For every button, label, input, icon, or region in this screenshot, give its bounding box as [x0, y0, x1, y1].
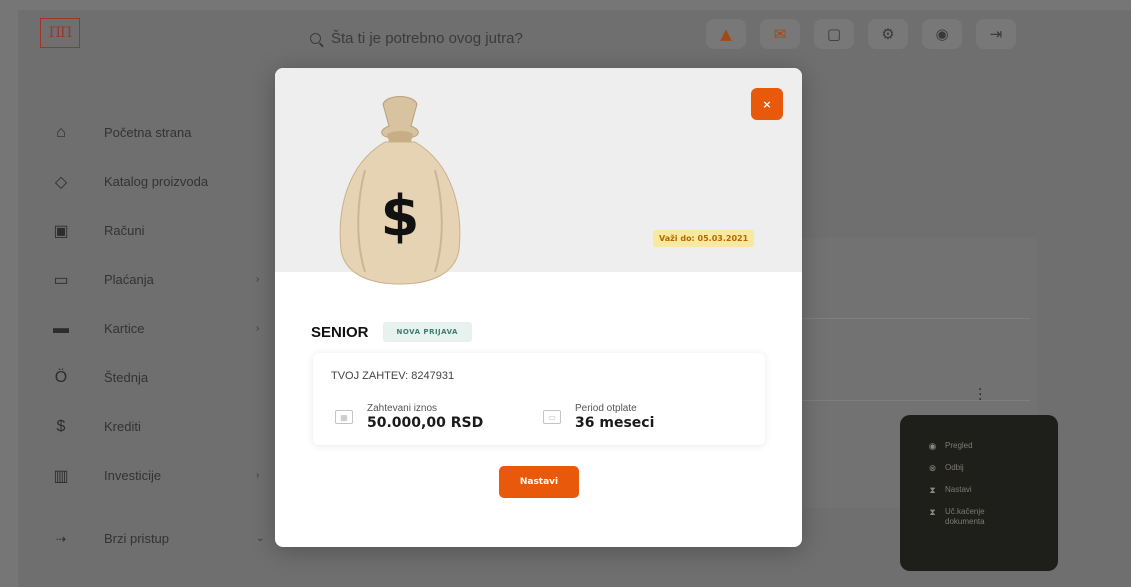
sidebar-item-loans[interactable]: $ Krediti: [50, 402, 270, 451]
quick-access-icon: ⇢: [55, 531, 67, 546]
sidebar-item-cards[interactable]: ▬ Kartice ›: [50, 304, 270, 353]
payments-icon: ▭: [53, 271, 69, 289]
context-menu-item-view[interactable]: ◉ Pregled: [928, 441, 1058, 452]
search-bar[interactable]: Šta ti je potrebno ovog jutra?: [310, 30, 523, 47]
request-id: TVOJ ZAHTEV: 8247931: [331, 370, 455, 382]
sidebar-item-label: Štednja: [104, 370, 149, 385]
status-badge: NOVA PRIJAVA: [382, 322, 472, 342]
loan-icon: $: [56, 417, 66, 435]
search-input[interactable]: Šta ti je potrebno ovog jutra?: [331, 30, 523, 47]
context-menu-label: Pregled: [945, 441, 973, 450]
logout-icon[interactable]: ⇥: [976, 19, 1016, 49]
chevron-right-icon: ›: [256, 470, 260, 481]
requested-amount: ▦ Zahtevani iznos 50.000,00 RSD: [335, 403, 483, 431]
context-menu-label: Odbij: [945, 463, 964, 472]
sidebar-item-label: Brzi pristup: [104, 531, 170, 546]
continue-button[interactable]: Nastavi: [499, 466, 579, 498]
context-menu-item-upload[interactable]: ⧗ Uč.kačenje dokumenta: [928, 507, 1058, 527]
app-logo[interactable]: ΠΠ: [40, 18, 80, 48]
context-menu-label: Nastavi: [945, 485, 972, 494]
offer-modal: $ × Važi do: 05.03.2021 SENIOR NOVA PRIJ…: [275, 68, 802, 547]
search-icon: [310, 33, 321, 44]
sidebar-item-label: Krediti: [104, 419, 141, 434]
sidebar-item-accounts[interactable]: ▣ Računi: [50, 206, 270, 255]
hourglass-icon: ⧗: [929, 507, 936, 517]
request-card: TVOJ ZAHTEV: 8247931 ▦ Zahtevani iznos 5…: [313, 353, 765, 445]
sidebar-item-label: Plaćanja: [104, 272, 154, 287]
svg-text:$: $: [381, 184, 420, 249]
sidebar-item-quick-access[interactable]: ⇢ Brzi pristup ⌄: [50, 514, 270, 563]
offer-title: SENIOR: [311, 323, 369, 341]
tag-icon: ◇: [54, 173, 68, 191]
sidebar-item-catalog[interactable]: ◇ Katalog proizvoda: [50, 157, 270, 206]
close-button[interactable]: ×: [751, 88, 783, 120]
investments-icon: ▥: [53, 467, 69, 485]
valid-until-badge: Važi do: 05.03.2021: [653, 230, 755, 247]
sidebar-item-label: Računi: [104, 223, 145, 238]
context-menu-item-continue[interactable]: ⧗ Nastavi: [928, 485, 1058, 496]
mail-icon[interactable]: ✉: [760, 19, 800, 49]
repayment-period: ▭ Period otplate 36 meseci: [543, 403, 654, 431]
sidebar-item-label: Katalog proizvoda: [104, 174, 209, 189]
amount-value: 50.000,00 RSD: [367, 415, 484, 431]
offer-title-row: SENIOR NOVA PRIJAVA: [311, 322, 472, 342]
sidebar-item-label: Kartice: [104, 321, 145, 336]
sidebar-item-home[interactable]: ⌂ Početna strana: [50, 108, 270, 157]
sidebar-item-label: Početna strana: [104, 125, 192, 140]
sidebar-item-label: Investicije: [104, 468, 162, 483]
modal-hero: $ × Važi do: 05.03.2021: [275, 68, 802, 285]
sidebar-item-investments[interactable]: ▥ Investicije ›: [50, 451, 270, 500]
home-icon: ⌂: [56, 123, 66, 141]
document-icon[interactable]: ▢: [814, 19, 854, 49]
context-menu-item-reject[interactable]: ⊗ Odbij: [928, 463, 1058, 474]
context-menu: ◉ Pregled ⊗ Odbij ⧗ Nastavi ⧗ Uč.kačenje…: [900, 415, 1058, 571]
offer-bag-icon[interactable]: ▲: [706, 19, 746, 49]
settings-icon[interactable]: ⚙: [868, 19, 908, 49]
toolbar-icons: ▲ ✉ ▢ ⚙ ◉ ⇥: [706, 19, 1016, 49]
divider: [800, 318, 1030, 319]
savings-icon: Ö: [54, 368, 68, 386]
cash-icon: ▦: [335, 410, 353, 424]
money-bag-icon: $: [339, 96, 461, 285]
sidebar: ⌂ Početna strana ◇ Katalog proizvoda ▣ R…: [50, 108, 270, 563]
period-value: 36 meseci: [575, 415, 655, 431]
period-label: Period otplate: [575, 403, 637, 414]
chevron-down-icon: ⌄: [256, 533, 265, 544]
x-circle-icon: ⊗: [928, 463, 937, 473]
hourglass-icon: ⧗: [929, 485, 936, 495]
wallet-icon: ▣: [53, 222, 69, 240]
context-menu-label: Uč.kačenje dokumenta: [945, 507, 985, 526]
profile-icon[interactable]: ◉: [922, 19, 962, 49]
eye-icon: ◉: [928, 441, 937, 451]
more-options-icon[interactable]: · · ·: [978, 383, 982, 407]
sidebar-item-payments[interactable]: ▭ Plaćanja ›: [50, 255, 270, 304]
divider: [800, 400, 1030, 401]
chevron-right-icon: ›: [256, 274, 260, 285]
chevron-right-icon: ›: [256, 323, 260, 334]
amount-label: Zahtevani iznos: [367, 403, 438, 414]
sidebar-item-savings[interactable]: Ö Štednja: [50, 353, 270, 402]
calendar-icon: ▭: [543, 410, 561, 424]
card-icon: ▬: [53, 319, 69, 337]
